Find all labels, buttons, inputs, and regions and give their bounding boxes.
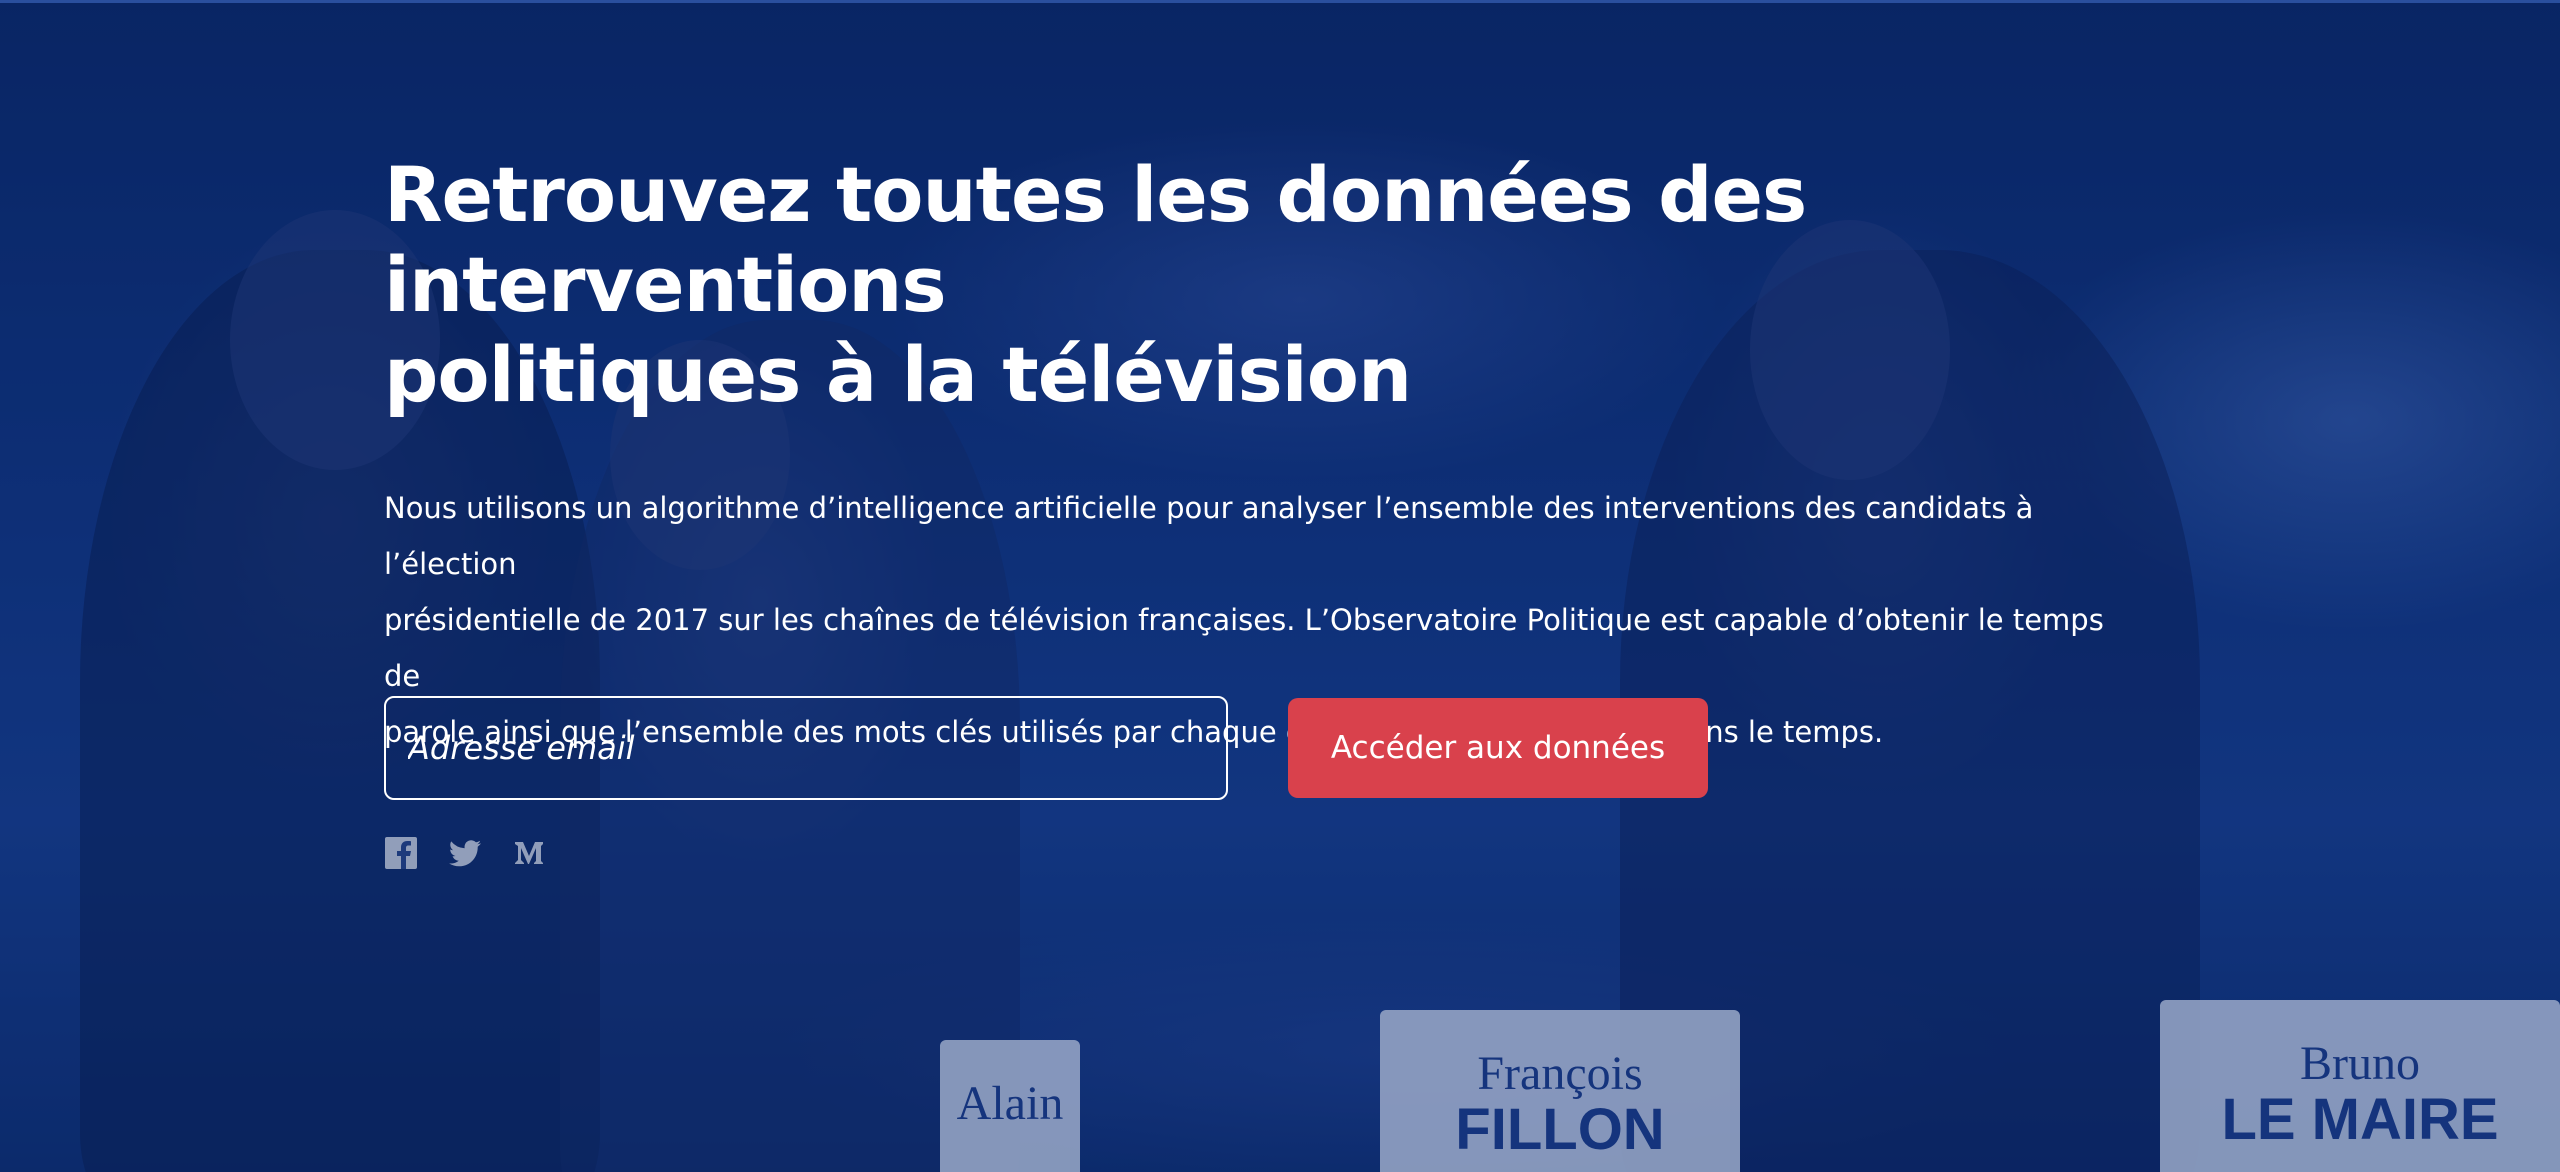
twitter-icon xyxy=(449,840,481,867)
twitter-link[interactable] xyxy=(448,836,482,870)
hero-content: Retrouvez toutes les données des interve… xyxy=(384,150,2204,760)
hero-headline: Retrouvez toutes les données des interve… xyxy=(384,150,1807,419)
social-links xyxy=(384,836,546,870)
medium-link[interactable] xyxy=(512,836,546,870)
facebook-icon xyxy=(385,837,417,869)
facebook-link[interactable] xyxy=(384,836,418,870)
top-divider xyxy=(0,0,2560,3)
medium-icon xyxy=(515,842,543,864)
access-data-button[interactable]: Accéder aux données xyxy=(1288,698,1708,798)
email-input[interactable] xyxy=(384,696,1228,800)
signup-form: Accéder aux données xyxy=(384,696,1708,800)
